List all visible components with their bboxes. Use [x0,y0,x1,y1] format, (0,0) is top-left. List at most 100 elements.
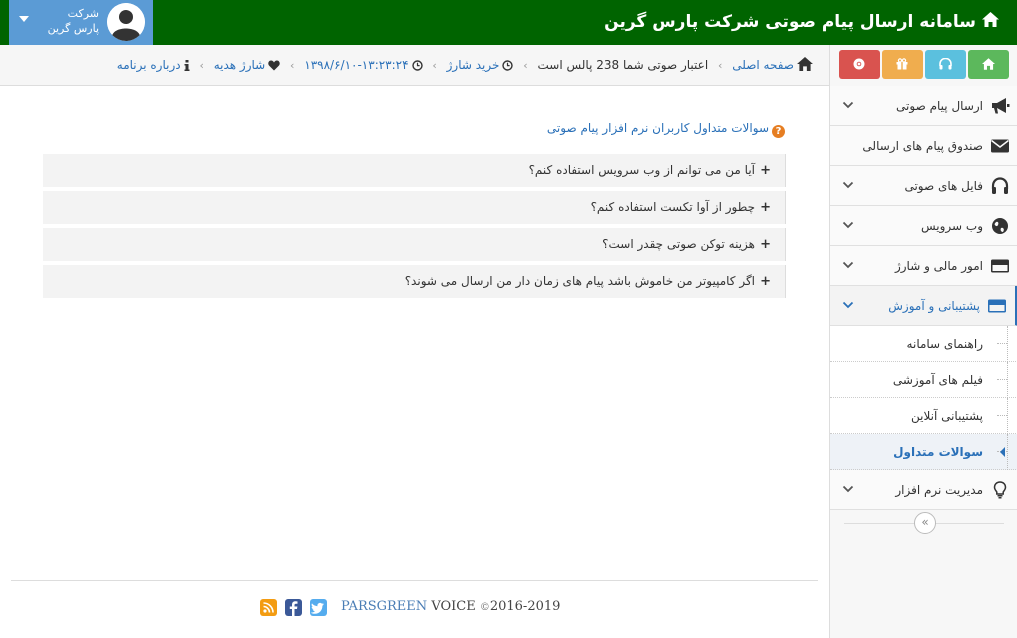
footer-divider [11,580,818,581]
chevron-down-icon [842,261,854,269]
headphones-icon [939,58,952,70]
avatar [107,3,145,41]
faq-accordion: + آیا من می توانم از وب سرویس استفاده کن… [43,154,786,302]
breadcrumb: صفحه اصلی › اعتبار صوتی شما 238 پالس است… [117,45,813,85]
plus-icon: + [760,274,771,289]
sidebar-item-label: ارسال پیام صوتی [896,99,983,113]
sidebar-shortcuts [839,50,1009,80]
sidebar-item-software-management[interactable]: مدیریت نرم افزار [830,470,1017,510]
lightbulb-icon [990,481,1010,499]
sidebar-item-finance[interactable]: امور مالی و شارژ [830,246,1017,286]
chevron-down-icon [842,221,854,229]
app-title: سامانه ارسال پیام صوتی شرکت پارس گرین [604,0,999,45]
sidebar-subitem-online-support[interactable]: پشتیبانی آنلاین [830,398,1017,434]
user-line-2: پارس گرین [47,22,99,35]
credit-card-icon [990,257,1010,275]
credit-card-icon [987,297,1007,315]
envelope-icon [990,137,1010,155]
breadcrumb-home[interactable]: صفحه اصلی [732,45,813,87]
faq-question: آیا من می توانم از وب سرویس استفاده کنم؟ [528,163,755,177]
clock-icon [411,47,423,87]
chevron-left-icon: › [432,59,437,72]
breadcrumb-credit: اعتبار صوتی شما 238 پالس است [537,58,709,72]
app-title-text: سامانه ارسال پیام صوتی شرکت پارس گرین [604,12,976,32]
sidebar-menu: ارسال پیام صوتی صندوق پیام های ارسالی فا… [830,86,1017,510]
gift-icon [896,58,908,70]
facebook-icon[interactable] [285,599,302,616]
sidebar-item-support[interactable]: پشتیبانی و آموزش [830,286,1017,326]
footer-brand: PARSGREEN [341,599,428,614]
user-name: شرکت پارس گرین [39,6,99,36]
faq-item[interactable]: + هزینه توکن صوتی چقدر است؟ [43,228,786,261]
caret-left-icon [1000,447,1005,457]
sidebar-item-audio-files[interactable]: فایل های صوتی [830,166,1017,206]
sidebar-subitem-faq[interactable]: سوالات متداول [830,434,1017,470]
clock-icon [502,47,514,87]
sidebar-item-label: مدیریت نرم افزار [895,483,983,497]
plus-icon: + [760,200,771,215]
sidebar-subitem-guide[interactable]: راهنمای سامانه [830,326,1017,362]
sidebar-item-label: صندوق پیام های ارسالی [862,139,983,153]
shortcut-browser-button[interactable] [839,50,880,79]
chevron-down-icon [842,301,854,309]
breadcrumb-home-label: صفحه اصلی [732,58,794,72]
sidebar-collapse-button[interactable]: « [914,512,936,534]
twitter-icon[interactable] [310,599,327,616]
footer-product: VOICE [431,599,476,614]
faq-item[interactable]: + اگر کامپیوتر من خاموش باشد پیام های زم… [43,265,786,298]
shortcut-home-button[interactable] [968,50,1009,79]
tree-connector [994,362,1008,398]
sidebar-subitem-label: فیلم های آموزشی [892,373,983,387]
plus-icon: + [760,163,771,178]
home-icon [982,58,995,70]
tree-connector [994,398,1008,434]
chevron-left-icon: › [199,59,204,72]
sidebar-item-label: وب سرویس [920,219,983,233]
globe-icon [990,217,1010,235]
breadcrumb-datetime: ۱۳۹۸/۶/۱۰-۱۳:۲۳:۲۴ [304,45,423,87]
faq-question: اگر کامپیوتر من خاموش باشد پیام های زمان… [404,274,755,288]
faq-question: چطور از آوا تکست استفاده کنم؟ [590,200,755,214]
chrome-icon [853,58,865,70]
sidebar-subitem-label: راهنمای سامانه [906,337,983,351]
tree-connector [994,326,1008,362]
user-line-1: شرکت [67,7,99,20]
breadcrumb-about[interactable]: درباره برنامه [117,45,190,87]
sidebar-item-outbox[interactable]: صندوق پیام های ارسالی [830,126,1017,166]
rss-icon[interactable] [260,599,277,616]
user-menu[interactable]: شرکت پارس گرین [9,0,153,45]
chevron-left-icon: › [290,59,295,72]
chevron-down-icon [842,101,854,109]
breadcrumb-bar: صفحه اصلی › اعتبار صوتی شما 238 پالس است… [0,45,829,86]
sidebar-subitem-label: سوالات متداول [893,445,983,459]
breadcrumb-about-label: درباره برنامه [116,58,181,72]
breadcrumb-datetime-label: ۱۳۹۸/۶/۱۰-۱۳:۲۳:۲۴ [304,58,409,72]
heart-icon [268,47,280,87]
sidebar: ارسال پیام صوتی صندوق پیام های ارسالی فا… [829,45,1017,638]
plus-icon: + [760,237,771,252]
chevron-down-icon [842,181,854,189]
chevron-left-icon: › [523,59,528,72]
breadcrumb-gift[interactable]: شارژ هدیه [214,45,281,87]
sidebar-item-label: فایل های صوتی [904,179,983,193]
caret-down-icon [19,16,29,22]
home-icon [797,47,813,87]
breadcrumb-buy[interactable]: خرید شارژ [447,45,514,87]
faq-title-text: سوالات متداول کاربران نرم افزار پیام صوت… [546,121,769,135]
shortcut-gift-button[interactable] [882,50,923,79]
megaphone-icon [990,97,1010,115]
faq-item[interactable]: + چطور از آوا تکست استفاده کنم؟ [43,191,786,224]
headphones-icon [990,177,1010,195]
chevron-left-icon: › [718,59,723,72]
sidebar-item-send-voice[interactable]: ارسال پیام صوتی [830,86,1017,126]
shortcut-support-button[interactable] [925,50,966,79]
top-header: سامانه ارسال پیام صوتی شرکت پارس گرین شر… [0,0,1017,45]
breadcrumb-gift-label: شارژ هدیه [213,58,266,72]
breadcrumb-buy-label: خرید شارژ [446,58,500,72]
home-icon [982,0,999,44]
sidebar-item-web-service[interactable]: وب سرویس [830,206,1017,246]
sidebar-subitem-videos[interactable]: فیلم های آموزشی [830,362,1017,398]
info-icon [184,47,190,87]
faq-item[interactable]: + آیا من می توانم از وب سرویس استفاده کن… [43,154,786,187]
copyright: PARSGREEN VOICE ©2016-2019 [341,599,560,614]
